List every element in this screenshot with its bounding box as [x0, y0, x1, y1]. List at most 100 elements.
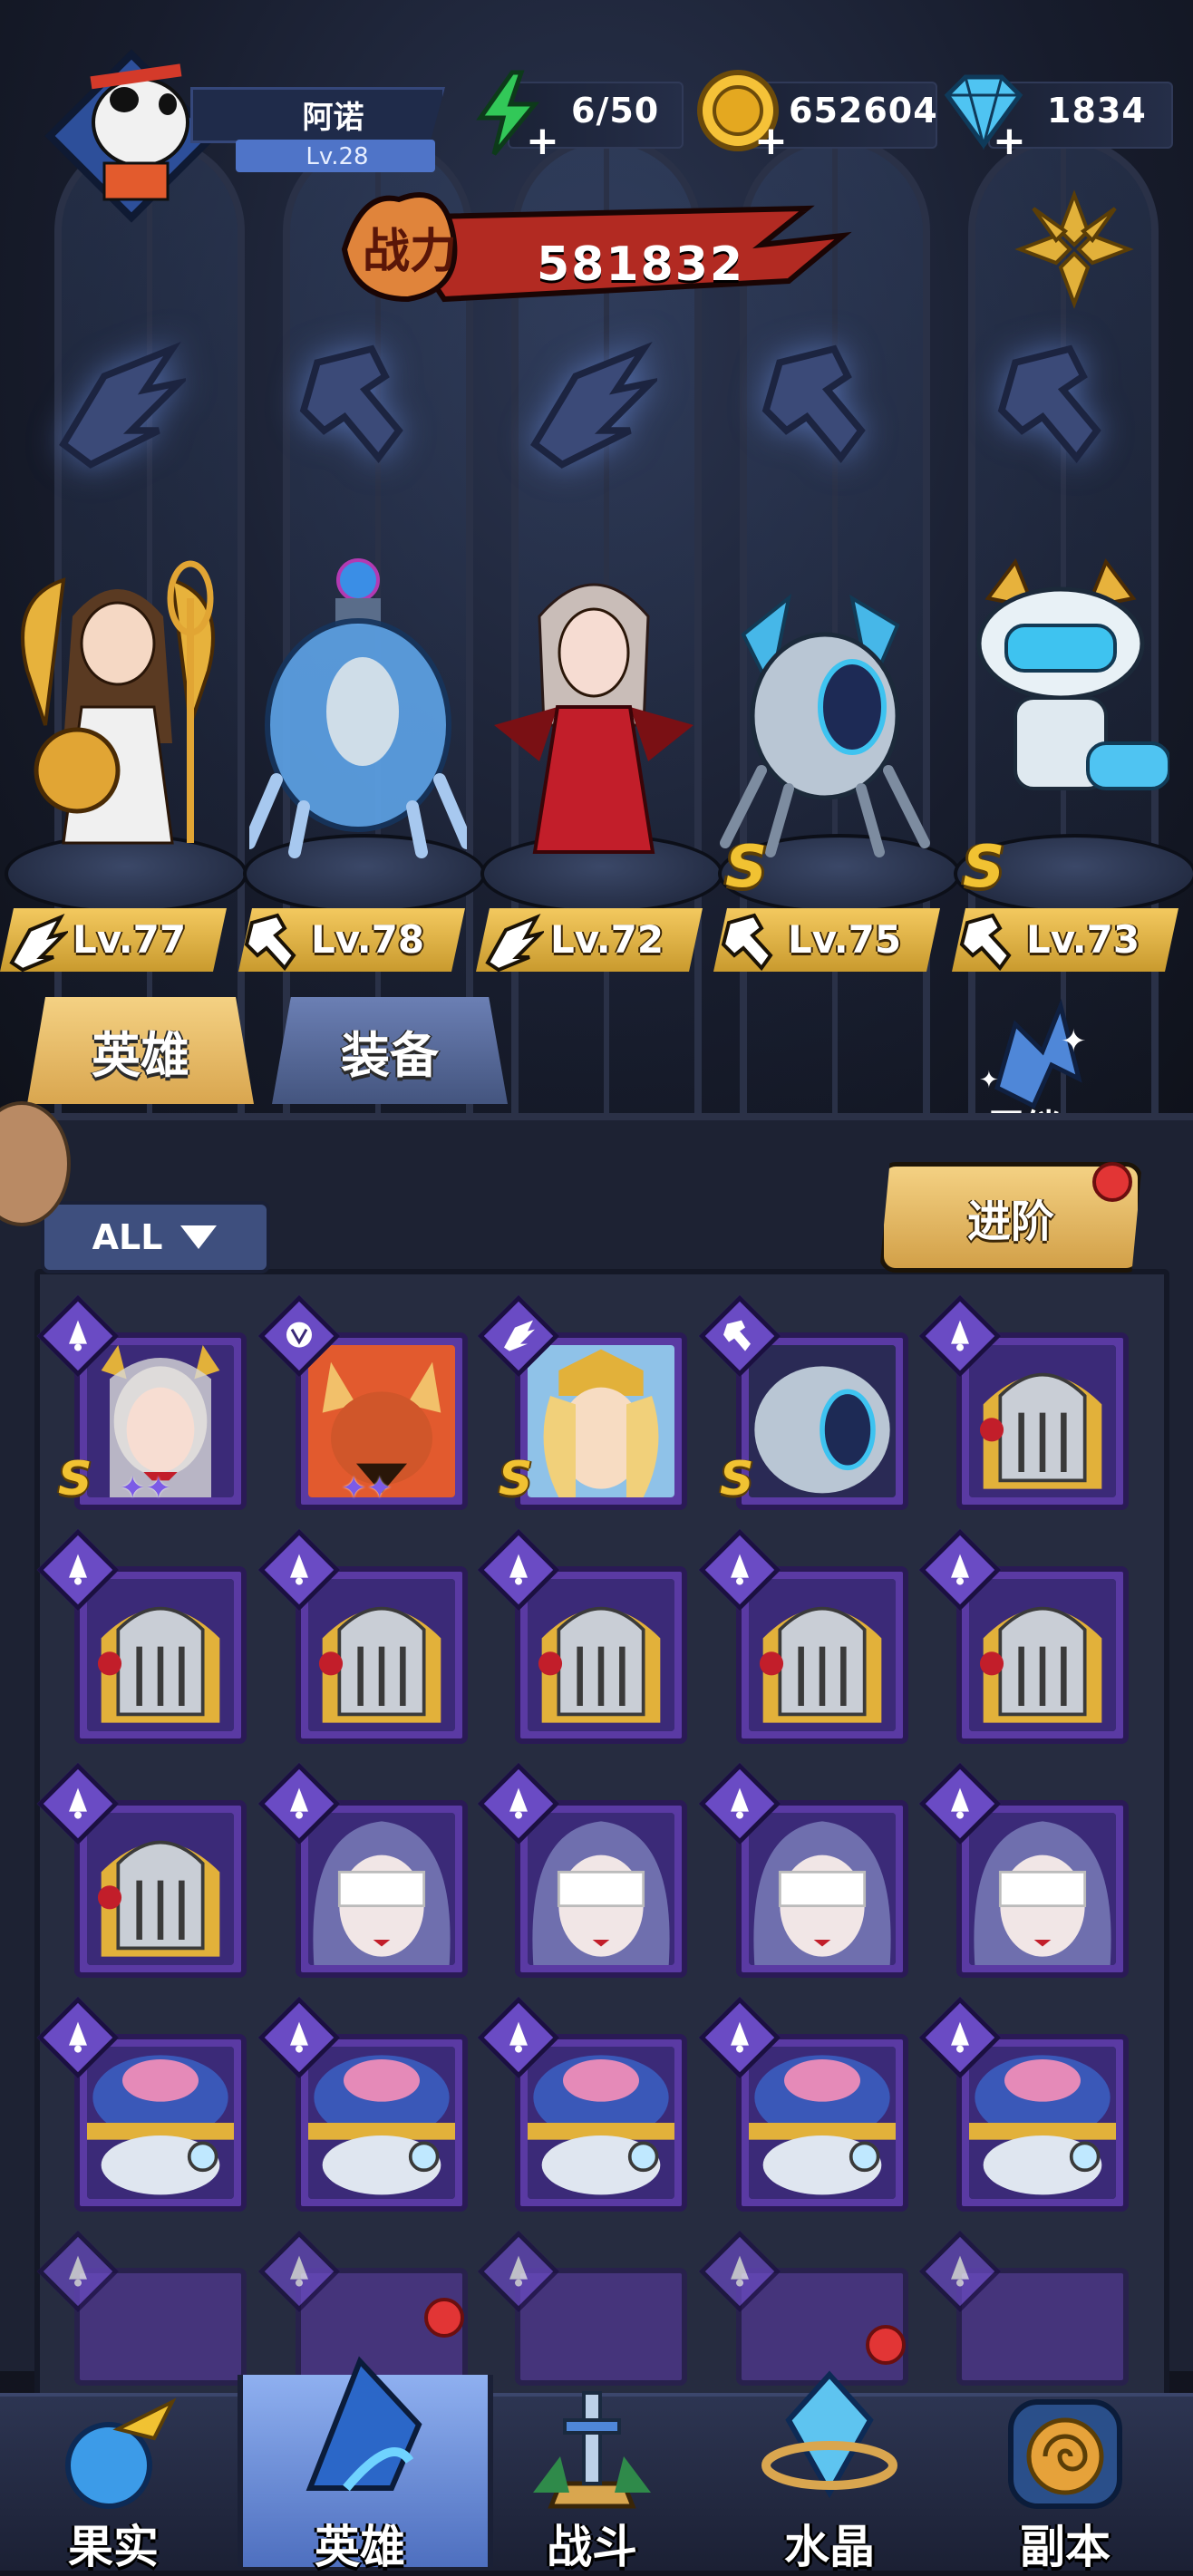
gold-coin-icon[interactable]: +	[691, 63, 790, 163]
knight-helm-portrait	[969, 1345, 1116, 1497]
golden-prince-portrait	[528, 1345, 674, 1497]
mech-spider-portrait	[749, 1345, 896, 1497]
hero-golden-goddess[interactable]	[9, 544, 227, 870]
wrench-icon	[244, 913, 296, 972]
star-rating: ✦✦	[120, 1470, 171, 1506]
hero-card[interactable]	[736, 2034, 908, 2212]
tab-heroes[interactable]: 英雄	[27, 997, 254, 1104]
s-rank-badge: S	[963, 834, 1005, 901]
hero-portrait	[87, 2047, 234, 2199]
hero-portrait	[308, 1813, 455, 1965]
player-level: Lv.28	[306, 143, 369, 170]
gold-value: 652604	[789, 91, 938, 131]
hero-portrait	[749, 1813, 896, 1965]
nav-fruit[interactable]: 果实	[0, 2384, 227, 2573]
hero-vampire-lady[interactable]	[485, 544, 703, 870]
hero-card[interactable]	[736, 1800, 908, 1978]
s-rank-badge: S	[720, 1452, 754, 1506]
fruit-icon	[65, 2397, 177, 2509]
blindfold-nun-portrait	[749, 1813, 896, 1965]
notification-dot	[424, 2298, 464, 2338]
knight-helm-portrait	[87, 1579, 234, 1731]
hero-card[interactable]	[296, 2034, 468, 2212]
hero-portrait	[969, 1579, 1116, 1731]
chevron-down-icon	[180, 1225, 218, 1249]
s-rank-badge: S	[58, 1452, 92, 1506]
hero-robot-cat[interactable]	[952, 544, 1169, 870]
hero-card[interactable]	[736, 1566, 908, 1744]
hero-card[interactable]	[956, 1800, 1129, 1978]
power-label: 战力	[363, 225, 457, 279]
wing-icon	[9, 914, 68, 973]
nav-crystal-label: 水晶	[784, 2521, 875, 2573]
slot-3-wing-emblem[interactable]	[512, 326, 666, 480]
sword-altar-icon	[533, 2391, 651, 2509]
hero-card[interactable]	[515, 2034, 687, 2212]
knight-helm-portrait	[308, 1579, 455, 1731]
settings-icon[interactable]	[1006, 181, 1142, 317]
nav-dungeon-label: 副本	[1020, 2521, 1111, 2573]
hero-level: Lv.72	[550, 917, 664, 962]
nav-battle[interactable]: 战斗	[479, 2384, 705, 2573]
hero-card[interactable]	[74, 1800, 247, 1978]
knight-helm-portrait	[528, 1579, 674, 1731]
wrench-icon	[721, 913, 773, 972]
svg-text:+: +	[993, 118, 1026, 163]
blindfold-nun-portrait	[969, 1813, 1116, 1965]
nav-crystal[interactable]: 水晶	[716, 2370, 943, 2573]
hero-mech-spider[interactable]	[716, 544, 934, 870]
hero-level: Lv.78	[311, 917, 425, 962]
hero-portrait	[308, 1579, 455, 1731]
hero-card[interactable]	[956, 2034, 1129, 2212]
star-rating: ✦✦	[341, 1470, 393, 1506]
hero-level: Lv.73	[1026, 917, 1140, 962]
hero-card[interactable]	[515, 1332, 687, 1510]
nav-dungeon[interactable]: 副本	[952, 2384, 1178, 2573]
hero-card[interactable]	[296, 1800, 468, 1978]
power-value: 581832	[537, 237, 745, 292]
hero-card[interactable]	[515, 1800, 687, 1978]
hero-portrait	[749, 2047, 896, 2199]
tab-equipment[interactable]: 装备	[272, 997, 508, 1104]
brain-wizard-portrait	[969, 2047, 1116, 2199]
blindfold-nun-portrait	[308, 1813, 455, 1965]
hero-portrait	[528, 2047, 674, 2199]
slot-5-wrench-emblem[interactable]	[979, 326, 1133, 480]
hero-portrait	[528, 1345, 674, 1497]
svg-text:✦: ✦	[979, 1067, 999, 1094]
knight-helm-portrait	[749, 1579, 896, 1731]
brain-wizard-portrait	[87, 2047, 234, 2199]
hero-portrait	[969, 2047, 1116, 2199]
slot-1-wing-emblem[interactable]	[41, 326, 195, 480]
nav-fruit-label: 果实	[68, 2521, 159, 2573]
hero-card[interactable]	[956, 1566, 1129, 1744]
s-rank-badge: S	[499, 1452, 533, 1506]
hero-level: Lv.77	[73, 917, 187, 962]
filter-dropdown[interactable]: ALL	[41, 1201, 270, 1273]
svg-text:+: +	[754, 118, 788, 163]
hero-portrait	[308, 2047, 455, 2199]
hero-card[interactable]	[956, 1332, 1129, 1510]
crystal-icon	[761, 2370, 897, 2499]
nav-heroes[interactable]: 英雄	[247, 2356, 473, 2573]
hero-card[interactable]	[74, 1566, 247, 1744]
nav-battle-label: 战斗	[547, 2521, 637, 2573]
hero-card[interactable]	[296, 1566, 468, 1744]
nav-heroes-label: 英雄	[315, 2521, 405, 2573]
diamond-value: 1834	[1047, 91, 1147, 131]
player-name: 阿诺	[302, 100, 364, 136]
wing-icon	[485, 914, 544, 973]
hero-portrait	[749, 1345, 896, 1497]
portal-icon	[1008, 2399, 1122, 2509]
hero-crystal-capsule[interactable]	[249, 544, 467, 870]
hero-card[interactable]	[74, 2034, 247, 2212]
brain-wizard-portrait	[308, 2047, 455, 2199]
slot-2-wrench-emblem[interactable]	[281, 326, 435, 480]
hero-card[interactable]	[736, 1332, 908, 1510]
slot-4-wrench-emblem[interactable]	[743, 326, 897, 480]
hero-portrait	[969, 1813, 1116, 1965]
stamina-icon[interactable]: +	[458, 63, 558, 163]
hero-card[interactable]	[515, 1566, 687, 1744]
hero-portrait	[749, 1579, 896, 1731]
diamond-icon[interactable]: +	[929, 63, 1029, 163]
